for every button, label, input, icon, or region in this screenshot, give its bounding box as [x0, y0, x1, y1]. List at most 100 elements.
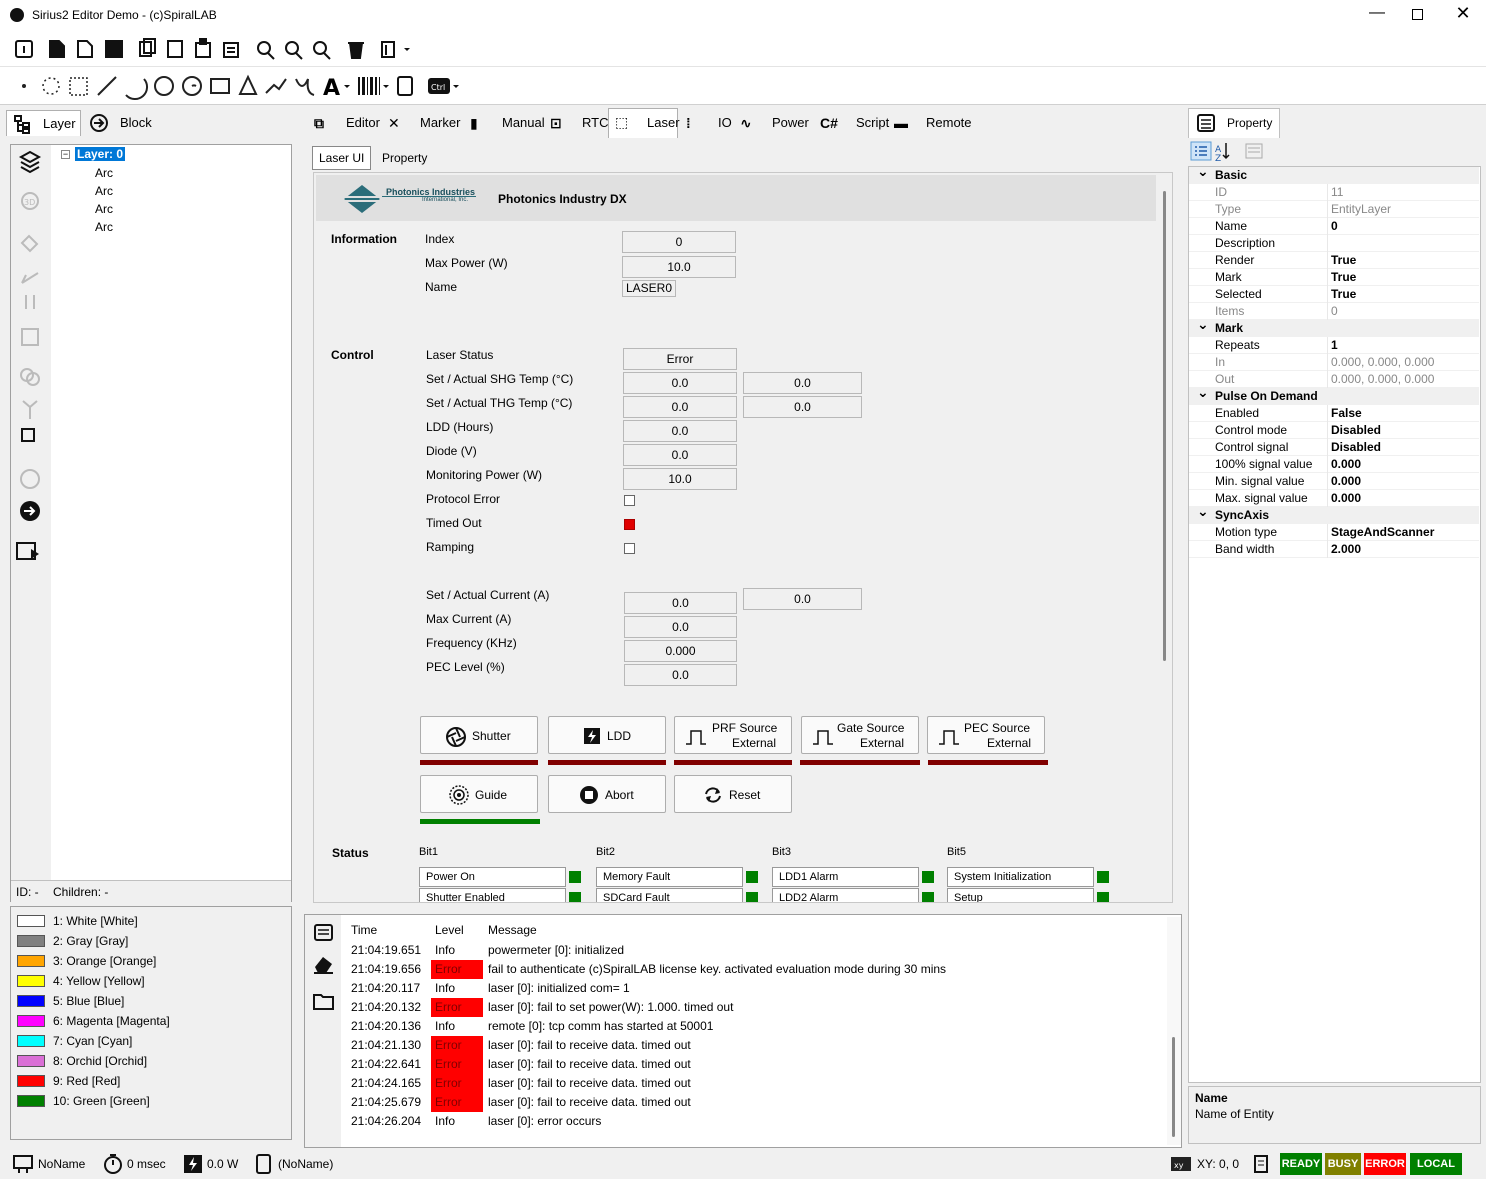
eraser-icon[interactable]: [314, 957, 333, 974]
property-row[interactable]: Repeats 1: [1189, 337, 1479, 354]
tab-block[interactable]: Block: [84, 110, 164, 136]
scroll-thumb[interactable]: [1163, 191, 1166, 661]
collapse-icon[interactable]: ⌄: [1197, 384, 1209, 401]
property-row[interactable]: Max. signal value 0.000: [1189, 490, 1479, 507]
property-value[interactable]: StageAndScanner: [1331, 524, 1434, 541]
property-group[interactable]: ⌄ Pulse On Demand: [1189, 384, 1479, 405]
tree-root-layer[interactable]: Layer: 0: [75, 147, 126, 161]
collapse-icon[interactable]: ⌄: [1197, 163, 1209, 180]
property-value[interactable]: True: [1331, 252, 1356, 269]
property-value[interactable]: 0.000: [1331, 456, 1361, 473]
log-row[interactable]: 21:04:19.651 Info powermeter [0]: initiali…: [343, 941, 1163, 960]
property-tab[interactable]: Property: [1188, 108, 1280, 138]
tab-manual[interactable]: ▮ Manual: [464, 110, 545, 136]
property-grid[interactable]: ⌄ Basic ID 11 Type EntityLayer Name 0 Descriptio…: [1188, 163, 1481, 1083]
property-group[interactable]: ⌄ Basic: [1189, 163, 1479, 184]
tab-laser-property[interactable]: Property: [376, 148, 433, 170]
property-value[interactable]: Disabled: [1331, 439, 1381, 456]
property-row[interactable]: Selected True: [1189, 286, 1479, 303]
tab-laser[interactable]: ⬚ Laser: [608, 108, 680, 138]
property-row[interactable]: Out 0.000, 0.000, 0.000: [1189, 371, 1479, 388]
tab-io[interactable]: ⁞ IO: [680, 110, 732, 136]
pen-item[interactable]: 8: Orchid [Orchid]: [11, 1051, 291, 1071]
draw-toolbar-icons[interactable]: A Ctrl: [0, 67, 470, 105]
tree-node-arc[interactable]: Arc: [95, 166, 113, 180]
folder-icon[interactable]: [313, 994, 334, 1010]
property-value[interactable]: 2.000: [1331, 541, 1361, 558]
property-value[interactable]: 11: [1331, 184, 1343, 201]
minimize-icon[interactable]: —: [1362, 4, 1392, 26]
property-row[interactable]: Type EntityLayer: [1189, 201, 1479, 218]
property-row[interactable]: Band width 2.000: [1189, 541, 1479, 558]
tree-node-arc[interactable]: Arc: [95, 184, 113, 198]
property-value[interactable]: True: [1331, 269, 1356, 286]
pen-item[interactable]: 10: Green [Green]: [11, 1091, 291, 1111]
log-header-time[interactable]: Time: [351, 923, 377, 937]
log-row[interactable]: 21:04:20.117 Info laser [0]: initialized c…: [343, 979, 1163, 998]
collapse-icon[interactable]: ⌄: [1197, 316, 1209, 333]
maximize-icon[interactable]: [1402, 6, 1432, 28]
log-row[interactable]: 21:04:19.656 Error fail to authenticate (c…: [343, 960, 1163, 979]
log-header-level[interactable]: Level: [435, 923, 464, 937]
pen-item[interactable]: 6: Magenta [Magenta]: [11, 1011, 291, 1031]
log-scroll-thumb[interactable]: [1172, 1037, 1175, 1137]
tree-view[interactable]: − Layer: 0 Arc Arc Arc Arc: [55, 145, 291, 880]
close-icon[interactable]: ✕: [1448, 3, 1478, 25]
log-row[interactable]: 21:04:20.136 Info remote [0]: tcp comm has…: [343, 1017, 1163, 1036]
pen-item[interactable]: 9: Red [Red]: [11, 1071, 291, 1091]
property-group[interactable]: ⌄ Mark: [1189, 316, 1479, 337]
categorized-icon[interactable]: [1190, 141, 1212, 161]
property-value[interactable]: 0.000: [1331, 473, 1361, 490]
log-row[interactable]: 21:04:26.204 Info laser [0]: error occurs: [343, 1112, 1163, 1131]
property-row[interactable]: Render True: [1189, 252, 1479, 269]
tree-node-arc[interactable]: Arc: [95, 220, 113, 234]
collapse-icon[interactable]: ⌄: [1197, 503, 1209, 520]
log-row[interactable]: 21:04:21.130 Error laser [0]: fail to rece…: [343, 1036, 1163, 1055]
property-row[interactable]: Control signal Disabled: [1189, 439, 1479, 456]
property-value[interactable]: False: [1331, 405, 1362, 422]
property-value[interactable]: 1: [1331, 337, 1338, 354]
pen-item[interactable]: 4: Yellow [Yellow]: [11, 971, 291, 991]
property-row[interactable]: 100% signal value 0.000: [1189, 456, 1479, 473]
pen-item[interactable]: 7: Cyan [Cyan]: [11, 1031, 291, 1051]
log-row[interactable]: 21:04:22.641 Error laser [0]: fail to rece…: [343, 1055, 1163, 1074]
property-value[interactable]: 0: [1331, 218, 1338, 235]
property-value[interactable]: 0.000, 0.000, 0.000: [1331, 354, 1434, 371]
tab-layer[interactable]: Layer: [6, 110, 81, 136]
property-value[interactable]: 0.000: [1331, 490, 1361, 507]
property-row[interactable]: Motion type StageAndScanner: [1189, 524, 1479, 541]
pen-list[interactable]: 1: White [White] 2: Gray [Gray] 3: Orange …: [10, 906, 292, 1140]
property-row[interactable]: Items 0: [1189, 303, 1479, 320]
pen-item[interactable]: 2: Gray [Gray]: [11, 931, 291, 951]
tab-editor[interactable]: ⧉ Editor: [308, 110, 380, 136]
property-row[interactable]: Mark True: [1189, 269, 1479, 286]
property-value[interactable]: EntityLayer: [1331, 201, 1391, 218]
tab-laser-ui[interactable]: Laser UI: [312, 146, 372, 170]
sort-alpha-icon[interactable]: AZ: [1215, 143, 1230, 164]
property-row[interactable]: Enabled False: [1189, 405, 1479, 422]
property-row[interactable]: In 0.000, 0.000, 0.000: [1189, 354, 1479, 371]
log-row[interactable]: 21:04:25.679 Error laser [0]: fail to rece…: [343, 1093, 1163, 1112]
log-row[interactable]: 21:04:24.165 Error laser [0]: fail to rece…: [343, 1074, 1163, 1093]
property-row[interactable]: ID 11: [1189, 184, 1479, 201]
log-list-icon[interactable]: [314, 924, 333, 941]
property-row[interactable]: Description: [1189, 235, 1479, 252]
pen-item[interactable]: 5: Blue [Blue]: [11, 991, 291, 1011]
log-header-message[interactable]: Message: [488, 923, 537, 937]
log-scrollbar[interactable]: [1167, 917, 1181, 1145]
property-row[interactable]: Name 0: [1189, 218, 1479, 235]
property-group[interactable]: ⌄ SyncAxis: [1189, 503, 1479, 524]
tab-remote[interactable]: ▬ Remote: [888, 110, 972, 136]
tab-marker[interactable]: ✕ Marker: [382, 110, 462, 136]
property-value[interactable]: Disabled: [1331, 422, 1381, 439]
property-row[interactable]: Control mode Disabled: [1189, 422, 1479, 439]
property-value[interactable]: 0: [1331, 303, 1338, 320]
pen-item[interactable]: 3: Orange [Orange]: [11, 951, 291, 971]
property-value[interactable]: True: [1331, 286, 1356, 303]
property-row[interactable]: Min. signal value 0.000: [1189, 473, 1479, 490]
property-value[interactable]: 0.000, 0.000, 0.000: [1331, 371, 1434, 388]
tab-rtc[interactable]: ⊡ RTC: [544, 110, 608, 136]
main-toolbar-icons[interactable]: [0, 31, 420, 67]
property-pages-icon[interactable]: [1245, 143, 1263, 159]
laser-scrollbar[interactable]: [1158, 175, 1172, 902]
